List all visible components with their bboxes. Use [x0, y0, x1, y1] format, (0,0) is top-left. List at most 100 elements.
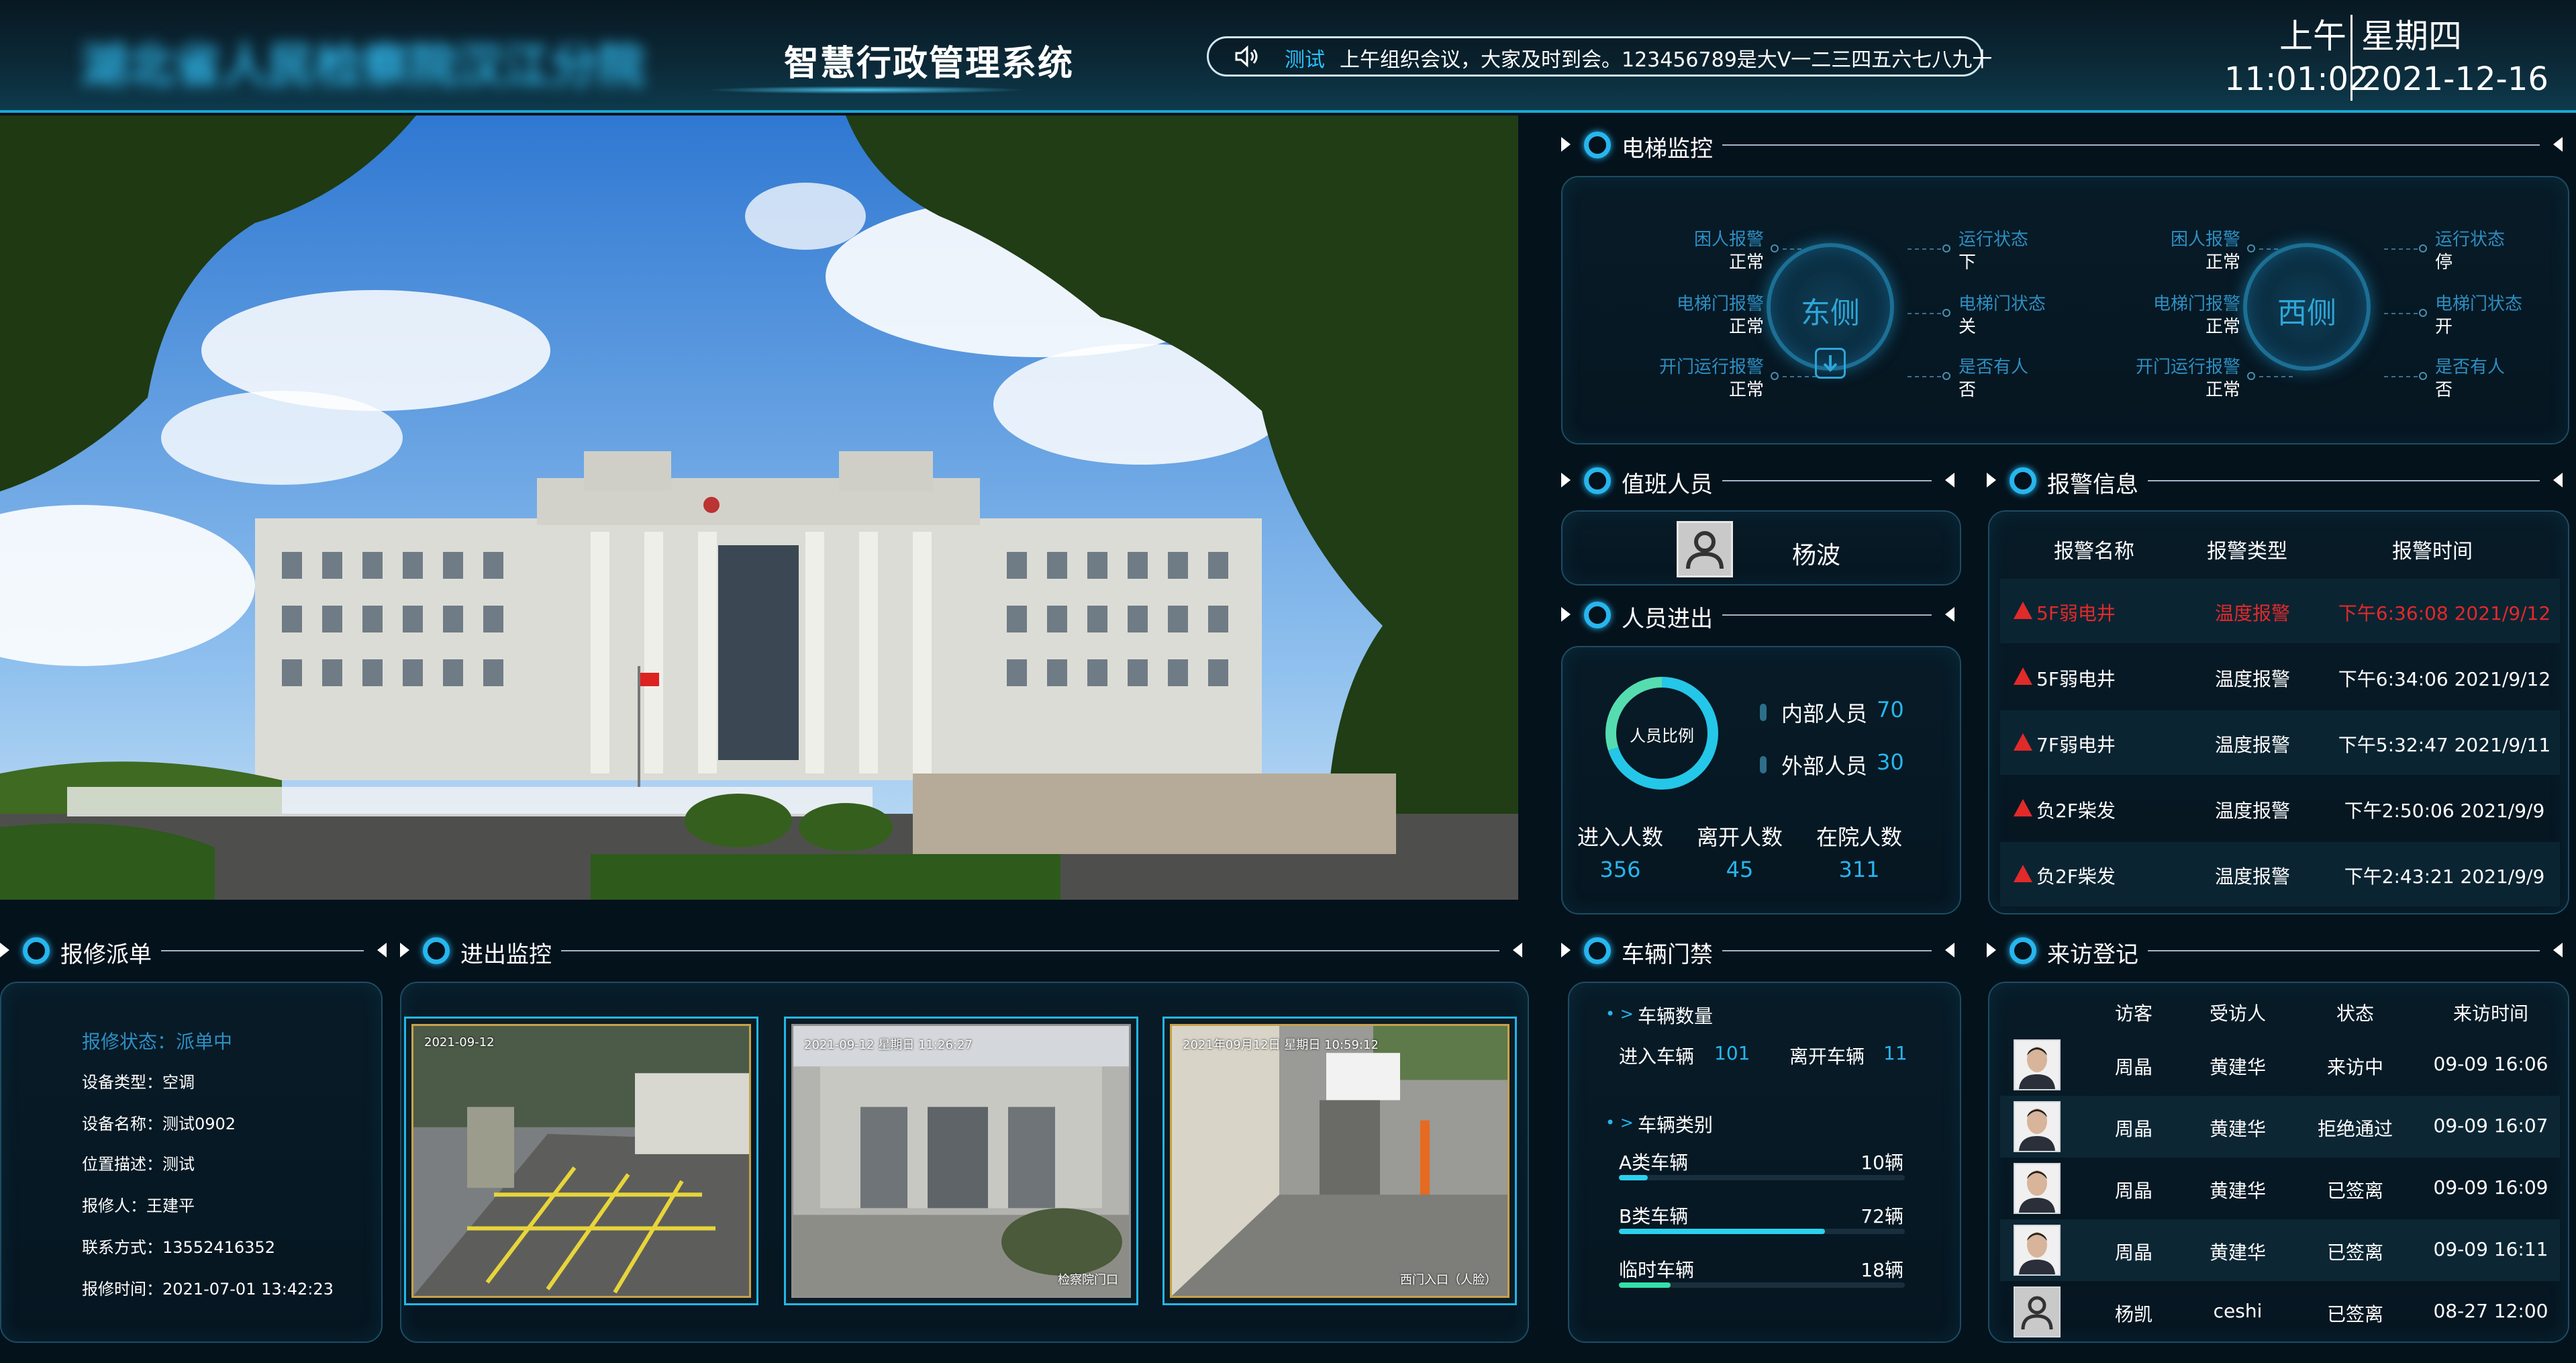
clock-weekday: 星期四	[2361, 17, 2462, 56]
visitor-name: 周晶	[2114, 1180, 2152, 1202]
alarm-row[interactable]: 负2F柴发 温度报警 下午2:43:21 2021/9/9	[2000, 842, 2560, 906]
section-ring-icon	[2010, 467, 2036, 494]
section-ring-icon	[23, 937, 50, 964]
west-elevator-ring[interactable]: 西侧	[2243, 243, 2371, 371]
user-avatar-icon	[2014, 1286, 2061, 1337]
visitor-status: 拒绝通过	[2317, 1118, 2393, 1140]
repair-field: 报修人：王建平	[82, 1196, 195, 1215]
visitor-row[interactable]: 周晶 黄建华 来访中 09-09 16:06	[2000, 1034, 2560, 1096]
connector-dot	[2247, 372, 2255, 380]
visitor-name: 周晶	[2114, 1241, 2152, 1264]
section-arrow-left	[1561, 137, 1571, 152]
stat-enter-label: 进入人数	[1577, 825, 1663, 850]
west-label-run-state: 运行状态	[2435, 230, 2506, 250]
visitor-row[interactable]: 周晶 黄建华 拒绝通过 09-09 16:07	[2000, 1096, 2560, 1158]
alarm-type: 温度报警	[2214, 800, 2290, 822]
connector-dash	[2259, 376, 2293, 377]
connector-dash	[2384, 313, 2418, 314]
visitor-name: 周晶	[2114, 1118, 2152, 1140]
visitor-table-body: 周晶 黄建华 来访中 09-09 16:06 周晶 黄建华 拒绝通过 09-09 16:07 周…	[2000, 1034, 2560, 1342]
section-line	[2148, 480, 2540, 481]
camera-feed-3[interactable]: 2021年09月12日 星期日 10:59:12 西门入口（人脸）	[1162, 1017, 1517, 1305]
connector-dot	[2247, 244, 2255, 252]
alarm-row[interactable]: 5F弱电井 温度报警 下午6:36:08 2021/9/12	[2000, 579, 2560, 643]
visitor-photo	[2014, 1039, 2061, 1090]
stat-leave-value: 45	[1726, 857, 1754, 882]
vehicle-cat-temp-label: 临时车辆	[1619, 1259, 1695, 1281]
visitor-photo	[2014, 1225, 2061, 1276]
alarm-col-name: 报警名称	[2054, 540, 2134, 563]
warning-triangle-icon	[2014, 865, 2032, 882]
section-line	[161, 950, 364, 951]
section-arrow-left	[1987, 943, 1996, 957]
visitor-name: 杨凯	[2114, 1303, 2152, 1325]
alarm-name: 负2F柴发	[2036, 800, 2116, 822]
chevron-right-icon: • >	[1605, 1004, 1634, 1023]
alarm-row[interactable]: 5F弱电井 温度报警 下午6:34:06 2021/9/12	[2000, 645, 2560, 709]
section-arrow-right	[2553, 137, 2563, 152]
section-line	[1722, 950, 1932, 951]
west-label-open-run: 开门运行报警	[2135, 357, 2240, 377]
camera-frame: 2021-09-12 星期日 11:26:27 检察院门口	[791, 1024, 1131, 1298]
camera-timestamp: 2021年09月12日 星期日 10:59:12	[1183, 1038, 1379, 1052]
section-arrow-left	[1561, 607, 1571, 622]
section-header-duty: 值班人员	[1561, 461, 1954, 501]
vehicle-leave-label: 离开车辆	[1789, 1045, 1865, 1068]
down-arrow-icon	[1815, 348, 1846, 379]
section-line	[1722, 480, 1932, 481]
warning-triangle-icon	[2014, 667, 2032, 685]
east-value-open-run: 正常	[1728, 380, 1764, 400]
connector-dot	[1771, 372, 1779, 380]
visitor-col-status: 状态	[2336, 1002, 2374, 1025]
alarm-row[interactable]: 7F弱电井 温度报警 下午5:32:47 2021/9/11	[2000, 710, 2560, 775]
visitor-status: 来访中	[2326, 1056, 2383, 1078]
west-value-door-state: 开	[2435, 317, 2453, 337]
alarm-table-body: 5F弱电井 温度报警 下午6:36:08 2021/9/12 5F弱电井 温度报警 下午6…	[2000, 579, 2560, 908]
visitor-row[interactable]: 周晶 黄建华 已签离 09-09 16:11	[2000, 1219, 2560, 1281]
section-arrow-left	[1561, 473, 1571, 487]
visitor-time: 09-09 16:11	[2433, 1238, 2548, 1260]
camera-feed-2[interactable]: 2021-09-12 星期日 11:26:27 检察院门口	[784, 1017, 1138, 1305]
connector-dot	[2419, 309, 2427, 317]
west-value-run-state: 停	[2435, 252, 2453, 273]
repair-field: 联系方式：13552416352	[82, 1238, 275, 1257]
org-name: 湖北省人民检察院汉江分院	[81, 38, 644, 89]
vehicle-enter-value: 101	[1714, 1042, 1750, 1064]
section-line	[561, 950, 1499, 951]
vehicle-enter-label: 进入车辆	[1619, 1045, 1695, 1068]
camera-timestamp: 2021-09-12	[424, 1035, 495, 1049]
visitor-host: 黄建华	[2209, 1180, 2266, 1202]
visitor-row[interactable]: 杨凯 ceshi 已签离 08-27 12:00	[2000, 1281, 2560, 1342]
connector-dash	[1783, 376, 1816, 377]
warning-triangle-icon	[2014, 733, 2032, 751]
connector-dash	[2384, 376, 2418, 377]
section-arrow-right	[1945, 473, 1954, 487]
external-legend-marker	[1760, 756, 1767, 773]
camera-feed-1[interactable]: 2021-09-12	[404, 1017, 758, 1305]
west-label-occupied: 是否有人	[2435, 357, 2506, 377]
notice-text: 上午组织会议，大家及时到会。123456789是大V一二三四五六七八九十	[1340, 48, 1993, 72]
visitor-row[interactable]: 周晶 黄建华 已签离 09-09 16:09	[2000, 1158, 2560, 1219]
section-line	[1722, 144, 2540, 146]
east-value-trapped: 正常	[1728, 252, 1764, 273]
connector-dash	[1908, 248, 1941, 250]
east-label-occupied: 是否有人	[1959, 357, 2029, 377]
chevron-right-icon: • >	[1605, 1113, 1634, 1132]
vehicle-category-title: 车辆类别	[1638, 1114, 1714, 1136]
vehicle-cat-b-bar	[1619, 1229, 1905, 1234]
repair-field: 报修时间：2021-07-01 13:42:23	[82, 1280, 334, 1299]
section-line	[2148, 950, 2540, 951]
stat-inside-value: 311	[1838, 857, 1880, 882]
east-elevator-name: 东侧	[1801, 296, 1860, 330]
alarm-type: 温度报警	[2214, 602, 2290, 624]
people-ratio-donut: 人员比例	[1600, 671, 1724, 795]
connector-dot	[1942, 309, 1950, 317]
section-arrow-left	[400, 943, 409, 957]
east-value-occupied: 否	[1959, 380, 1977, 400]
east-label-run-state: 运行状态	[1959, 230, 2029, 250]
alarm-name: 负2F柴发	[2036, 865, 2116, 888]
vehicle-cat-a-bar-fill	[1619, 1175, 1648, 1180]
alarm-row[interactable]: 负2F柴发 温度报警 下午2:50:06 2021/9/9	[2000, 776, 2560, 841]
repair-status: 报修状态：派单中	[82, 1031, 233, 1053]
west-label-door-state: 电梯门状态	[2435, 294, 2523, 314]
